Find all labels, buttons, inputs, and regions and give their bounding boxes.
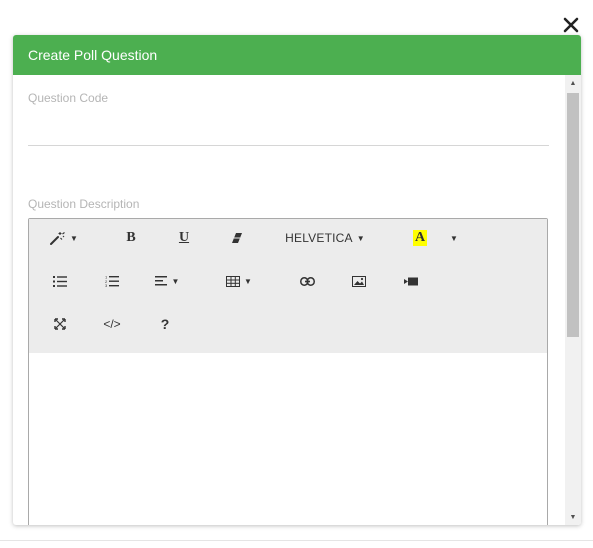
text-color-button[interactable]: A	[409, 227, 431, 249]
editor-content-area[interactable]	[29, 353, 547, 525]
table-icon	[226, 275, 241, 287]
magic-wand-icon	[50, 231, 66, 245]
chevron-down-icon: ▼	[356, 233, 365, 243]
insert-video-button[interactable]	[401, 270, 421, 292]
scrollbar-thumb[interactable]	[567, 93, 579, 337]
video-icon	[404, 277, 418, 286]
paragraph-dropdown-button[interactable]: ▼	[153, 270, 181, 292]
fullscreen-icon	[54, 318, 66, 330]
text-color-label: A	[412, 230, 428, 246]
modal-body: Question Code Question Description ▼ B U…	[13, 75, 565, 525]
picture-icon	[352, 275, 366, 287]
color-dropdown-button[interactable]: ▼	[447, 227, 461, 249]
chevron-down-icon: ▼	[171, 276, 180, 286]
help-label: ?	[160, 316, 170, 332]
create-poll-question-modal: Create Poll Question Question Code Quest…	[13, 35, 581, 525]
font-family-label: HELVETICA	[285, 231, 353, 245]
link-icon	[299, 276, 315, 286]
eraser-icon	[231, 232, 243, 244]
unordered-list-icon	[53, 275, 67, 287]
table-dropdown-button[interactable]: ▼	[225, 270, 253, 292]
ordered-list-icon: 1 2 3	[105, 275, 119, 287]
question-code-underline	[28, 145, 549, 146]
chevron-down-icon: ▼	[244, 276, 252, 286]
svg-text:3: 3	[105, 283, 108, 287]
fullscreen-button[interactable]	[51, 313, 69, 335]
scroll-up-arrow[interactable]: ▲	[565, 75, 581, 91]
question-description-label: Question Description	[28, 197, 140, 211]
scroll-down-arrow[interactable]: ▼	[565, 509, 581, 525]
modal-header: Create Poll Question	[13, 35, 581, 75]
bold-button[interactable]: B	[121, 227, 141, 249]
modal-scrollbar[interactable]: ▲ ▼	[565, 75, 581, 525]
font-family-dropdown[interactable]: HELVETICA ▼	[284, 227, 366, 249]
align-left-icon	[154, 276, 168, 286]
help-button[interactable]: ?	[155, 313, 175, 335]
unordered-list-button[interactable]	[51, 270, 69, 292]
bold-label: B	[126, 230, 136, 245]
ordered-list-button[interactable]: 1 2 3	[103, 270, 121, 292]
chevron-down-icon: ▼	[450, 233, 458, 243]
insert-picture-button[interactable]	[349, 270, 369, 292]
modal-title: Create Poll Question	[28, 47, 158, 63]
editor-toolbar: ▼ B U HELVETICA ▼ A ▼ 1 2 3 ▼ ▼ </> ?	[29, 219, 547, 353]
code-view-label: </>	[103, 317, 121, 331]
chevron-down-icon: ▼	[70, 233, 78, 243]
rich-text-editor: ▼ B U HELVETICA ▼ A ▼ 1 2 3 ▼ ▼ </> ?	[28, 218, 548, 525]
style-dropdown-button[interactable]: ▼	[49, 227, 79, 249]
insert-link-button[interactable]	[297, 270, 317, 292]
code-view-button[interactable]: </>	[99, 313, 125, 335]
close-icon[interactable]	[562, 16, 582, 36]
clear-format-button[interactable]	[227, 227, 247, 249]
underline-label: U	[178, 230, 190, 245]
question-code-label: Question Code	[28, 91, 109, 105]
underline-button[interactable]: U	[174, 227, 194, 249]
question-code-input[interactable]	[28, 115, 549, 145]
page-divider	[0, 540, 593, 541]
